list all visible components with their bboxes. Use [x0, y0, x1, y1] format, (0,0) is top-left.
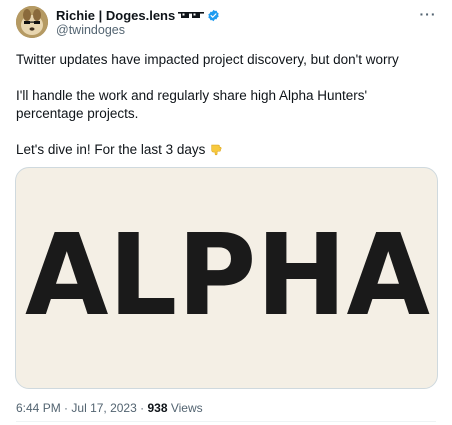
verified-badge-icon: [207, 9, 220, 22]
author-display-name[interactable]: Richie | Doges.lens: [56, 8, 175, 23]
tweet-paragraph-3: Let's dive in! For the last 3 days: [16, 141, 436, 159]
author-handle[interactable]: @twindoges: [56, 23, 125, 37]
tweet: Richie | Doges.lens @twindoges ··· Twitt…: [0, 0, 452, 425]
pointing-down-hand-icon: [209, 142, 223, 156]
more-options-icon[interactable]: ···: [418, 4, 438, 24]
tweet-date[interactable]: Jul 17, 2023: [71, 401, 136, 415]
meta-separator-1: ·: [64, 401, 69, 415]
media-word: ALPHA: [25, 226, 430, 326]
tweet-paragraph-1: Twitter updates have impacted project di…: [16, 52, 399, 67]
meta-separator-2: ·: [140, 401, 145, 415]
tweet-paragraph-2: I'll handle the work and regularly share…: [16, 88, 368, 121]
tweet-meta: 6:44 PM · Jul 17, 2023 · 938 Views: [16, 401, 203, 415]
divider: [16, 421, 436, 422]
avatar[interactable]: [16, 6, 48, 38]
avatar-image: [16, 6, 48, 38]
media-image[interactable]: ALPHA: [15, 167, 438, 389]
views-count: 938: [147, 401, 168, 415]
tweet-time[interactable]: 6:44 PM: [16, 401, 61, 415]
media-word-text: ALPHA: [25, 226, 430, 326]
pixel-glasses-icon: [178, 10, 205, 20]
views-label: Views: [170, 401, 203, 415]
tweet-paragraph-3-text: Let's dive in! For the last 3 days: [16, 142, 206, 157]
author-name-row[interactable]: Richie | Doges.lens: [56, 6, 220, 24]
